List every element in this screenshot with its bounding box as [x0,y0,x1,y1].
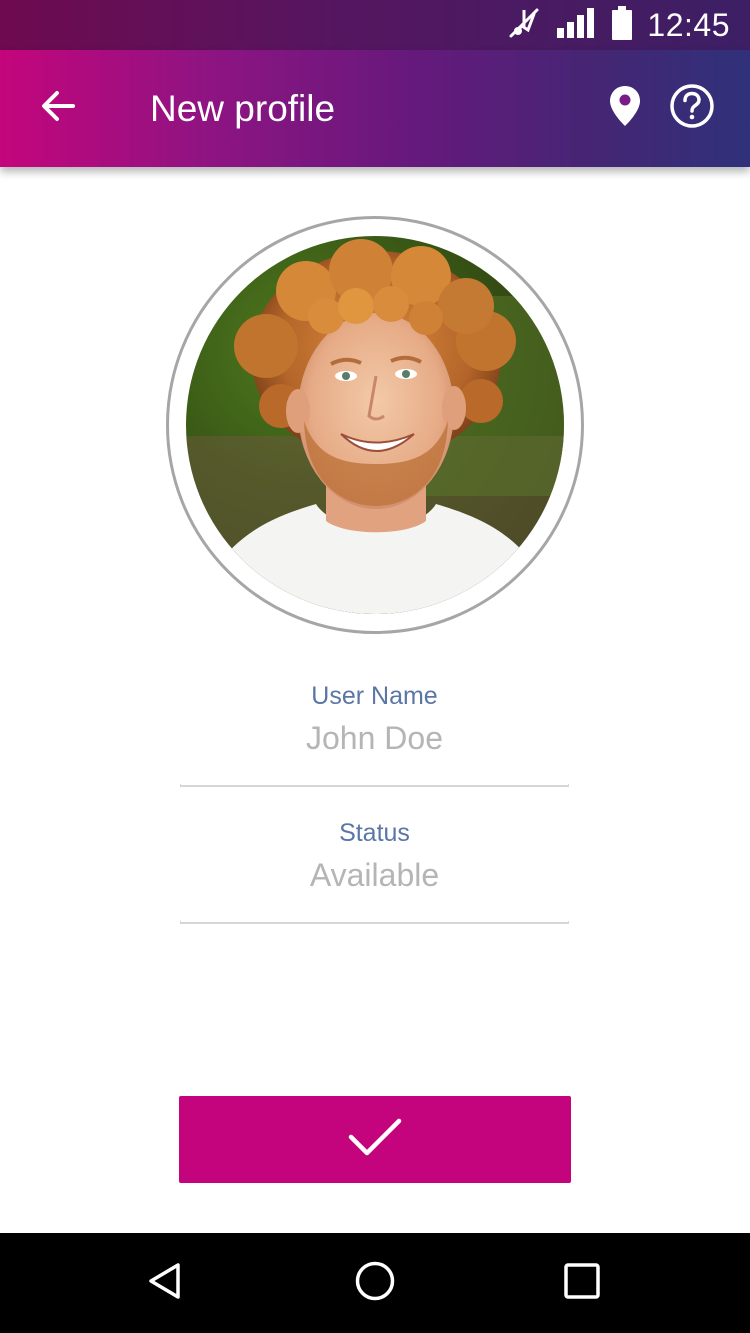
status-bar: 12:45 [0,0,750,50]
location-button[interactable] [596,78,654,138]
status-label: Status [339,819,410,847]
profile-photo [186,236,564,614]
location-pin-icon [608,84,642,133]
arrow-back-icon [38,86,78,131]
page-title: New profile [150,88,336,129]
help-icon [669,83,715,134]
back-triangle-icon [145,1261,185,1306]
status-input[interactable]: Available [180,857,569,894]
mute-icon [507,6,541,45]
status-icons: 12:45 [507,0,730,50]
username-input[interactable]: John Doe [180,720,569,757]
battery-icon [611,5,633,46]
username-field-group: User Name John Doe [180,682,569,792]
navigation-bar [0,1233,750,1333]
signal-icon [555,6,597,45]
status-underline [180,921,569,924]
confirm-button[interactable] [179,1096,571,1183]
home-circle-icon [354,1260,396,1307]
username-label: User Name [311,682,438,710]
help-button[interactable] [662,78,722,138]
app-bar: New profile [0,50,750,167]
avatar[interactable] [166,216,584,634]
username-underline [180,784,569,787]
checkmark-icon [347,1115,403,1164]
back-button[interactable] [28,78,88,138]
nav-home-button[interactable] [350,1258,400,1308]
status-field-group: Status Available [180,819,569,929]
clock: 12:45 [647,7,730,43]
nav-recents-button[interactable] [557,1258,607,1308]
nav-back-button[interactable] [140,1258,190,1308]
recents-square-icon [563,1262,601,1305]
